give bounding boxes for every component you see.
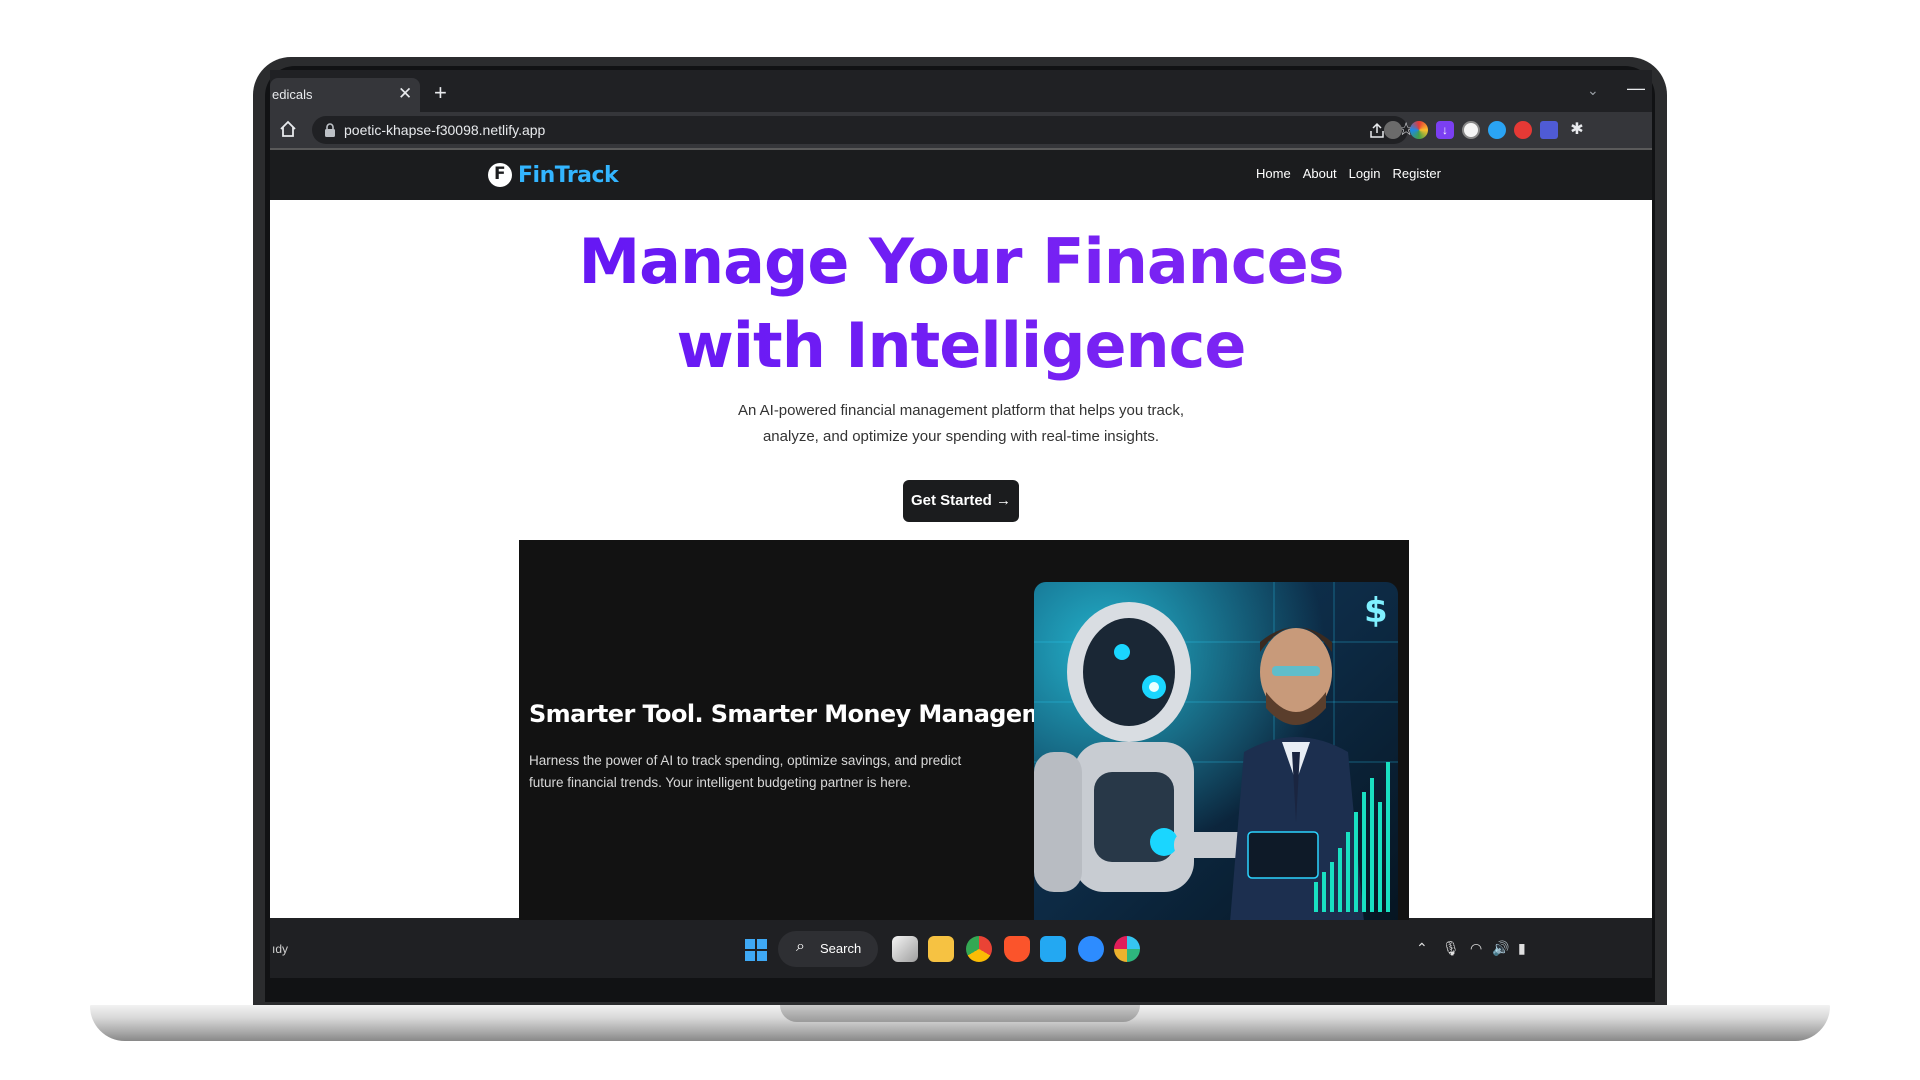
- file-explorer-icon[interactable]: [928, 936, 954, 962]
- chrome-icon[interactable]: [966, 936, 992, 962]
- hero-title-line-1: Manage Your Finances: [270, 220, 1652, 304]
- tab-title: edicals: [272, 87, 313, 102]
- brave-browser-icon[interactable]: [1004, 936, 1030, 962]
- browser-toolbar: poetic-khapse-f30098.netlify.app ☆ ↓ ✱: [270, 112, 1652, 148]
- cloud-extension-icon[interactable]: [1488, 121, 1506, 139]
- nav-home-link[interactable]: Home: [1256, 166, 1291, 181]
- new-tab-button[interactable]: +: [434, 80, 447, 106]
- windows-taskbar: ıdy ⌕ Search ⌃ 🎙 ◠ 🔊 ▮: [270, 920, 1652, 978]
- download-extension-icon[interactable]: ↓: [1436, 121, 1454, 139]
- extension-icon[interactable]: [1384, 121, 1402, 139]
- slack-icon[interactable]: [1114, 936, 1140, 962]
- pokeball-extension-icon[interactable]: [1514, 121, 1532, 139]
- hero-subtitle: An AI-powered financial management platf…: [270, 398, 1652, 450]
- hero-title: Manage Your Finances with Intelligence: [270, 220, 1652, 388]
- lock-icon: [325, 123, 335, 137]
- browser-tab[interactable]: edicals ✕: [270, 78, 420, 112]
- site-navbar: FinTrack Home About Login Register: [270, 150, 1652, 200]
- search-icon: ⌕: [796, 938, 805, 955]
- svg-text:$: $: [1364, 591, 1388, 631]
- vscode-icon[interactable]: [1040, 936, 1066, 962]
- taskbar-search-label: Search: [820, 941, 862, 956]
- battery-icon[interactable]: ▮: [1518, 940, 1526, 957]
- home-icon[interactable]: [278, 119, 298, 139]
- taskbar-left-text: ıdy: [272, 942, 289, 956]
- close-tab-icon[interactable]: ✕: [398, 84, 412, 104]
- url-text: poetic-khapse-f30098.netlify.app: [344, 122, 546, 138]
- address-bar[interactable]: poetic-khapse-f30098.netlify.app ☆: [312, 116, 1414, 144]
- brand-logo[interactable]: FinTrack: [488, 160, 619, 190]
- tray-chevron-up-icon[interactable]: ⌃: [1416, 940, 1428, 957]
- page-viewport: FinTrack Home About Login Register Manag…: [270, 148, 1652, 922]
- feature-title: Smarter Tool. Smarter Money Management.: [529, 700, 1098, 728]
- brand-name: FinTrack: [518, 162, 619, 188]
- hero-title-line-2: with Intelligence: [270, 304, 1652, 388]
- zoom-icon[interactable]: [1078, 936, 1104, 962]
- nav-login-link[interactable]: Login: [1349, 166, 1381, 181]
- volume-icon[interactable]: 🔊: [1492, 940, 1509, 957]
- hero-subtitle-line-1: An AI-powered financial management platf…: [737, 402, 1185, 419]
- nav-about-link[interactable]: About: [1303, 166, 1337, 181]
- feature-banner: Smarter Tool. Smarter Money Management. …: [519, 540, 1409, 922]
- task-view-icon[interactable]: [892, 936, 918, 962]
- wifi-icon[interactable]: ◠: [1470, 940, 1482, 957]
- nav-links: Home About Login Register: [1256, 166, 1441, 181]
- microphone-icon[interactable]: 🎙: [1442, 940, 1460, 957]
- ai-robot-businessman-image: $: [1034, 582, 1398, 922]
- circle-extension-icon[interactable]: [1462, 121, 1480, 139]
- extensions-puzzle-icon[interactable]: ✱: [1568, 121, 1586, 139]
- get-started-button[interactable]: Get Started →: [903, 480, 1019, 522]
- windows-start-icon[interactable]: [744, 938, 768, 962]
- taskbar-search[interactable]: ⌕ Search: [778, 931, 878, 967]
- nav-register-link[interactable]: Register: [1392, 166, 1440, 181]
- laptop-screen: edicals ✕ + ⌄ — poetic-khapse-f30098.net…: [270, 70, 1652, 978]
- browser-tab-strip: edicals ✕ + ⌄ —: [270, 70, 1652, 112]
- hero-subtitle-line-2: analyze, and optimize your spending with…: [762, 428, 1160, 445]
- fintrack-logo-icon: [488, 163, 512, 187]
- tab-search-chevron-icon[interactable]: ⌄: [1587, 82, 1599, 99]
- color-extension-icon[interactable]: [1410, 121, 1428, 139]
- feature-description: Harness the power of AI to track spendin…: [529, 753, 962, 790]
- laptop-notch: [780, 1005, 1140, 1022]
- minimize-window-icon[interactable]: —: [1627, 78, 1645, 99]
- puzzle-blue-extension-icon[interactable]: [1540, 121, 1558, 139]
